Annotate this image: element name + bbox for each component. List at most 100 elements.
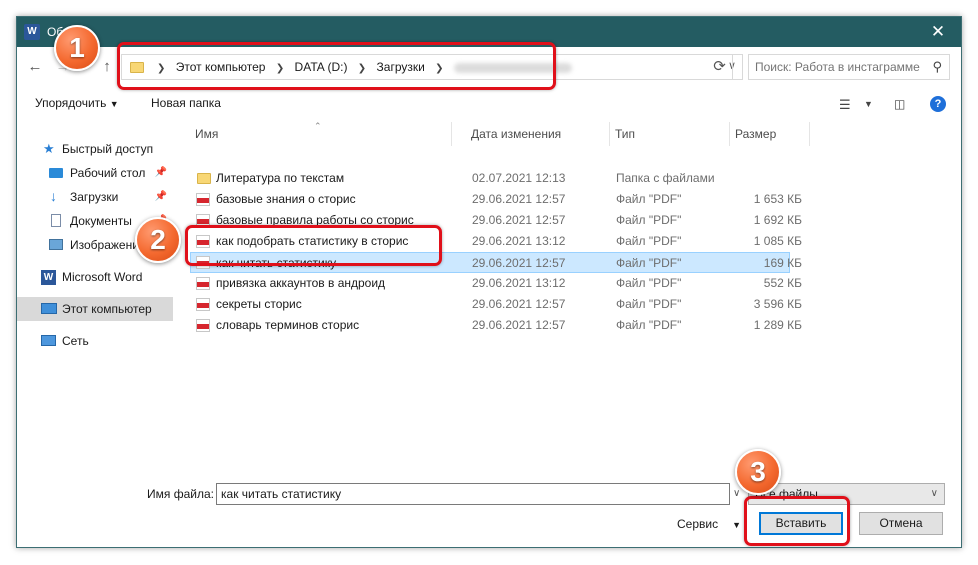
column-header-type[interactable]: Тип [610, 122, 730, 146]
file-size: 1 085 КБ [753, 234, 802, 248]
file-name: словарь терминов сторис [216, 318, 360, 332]
file-name: Литература по текстам [216, 171, 345, 185]
cancel-button[interactable]: Отмена [859, 512, 943, 535]
up-arrow-icon[interactable]: ↑ [97, 57, 117, 77]
tools-label: Сервис [677, 517, 719, 531]
step-badge-2: 2 [135, 217, 181, 263]
file-date: 29.06.2021 13:12 [472, 276, 566, 290]
tools-button[interactable]: Сервис ▼ [677, 517, 741, 531]
word-app-icon: W [24, 24, 40, 40]
file-date: 29.06.2021 12:57 [472, 192, 566, 206]
documents-icon [51, 214, 61, 227]
sidebar-item-network[interactable]: Сеть [17, 329, 173, 353]
pin-icon[interactable]: 📌 [155, 185, 167, 209]
network-icon [41, 335, 56, 346]
file-row[interactable]: секреты сторис 29.06.2021 12:57 Файл "PD… [190, 294, 802, 315]
step-badge-3: 3 [735, 449, 781, 495]
file-list: ⌃ Имя Дата изменения Тип Размер Литерату… [190, 121, 810, 462]
pdf-file-icon [196, 193, 210, 206]
filename-label: Имя файла: [147, 487, 214, 501]
file-row[interactable]: словарь терминов сторис 29.06.2021 12:57… [190, 315, 802, 336]
file-date: 29.06.2021 12:57 [472, 318, 566, 332]
organize-label: Упорядочить [35, 96, 107, 110]
open-file-dialog: W Об ✕ ← → ∨ ↑ ❯ Этот компьютер ❯ DATA (… [16, 16, 962, 548]
back-arrow-icon[interactable]: ← [25, 57, 45, 77]
file-type: Файл "PDF" [616, 318, 682, 332]
column-header-name[interactable]: ⌃ Имя [190, 121, 452, 146]
sort-ascending-icon: ⌃ [314, 121, 322, 131]
file-row[interactable]: привязка аккаунтов в андроид 29.06.2021 … [190, 273, 802, 294]
sidebar-item-downloads[interactable]: ↓ Загрузки 📌 [17, 185, 173, 209]
chevron-down-icon[interactable]: ∨ [733, 488, 740, 499]
refresh-button[interactable]: ⟳ [707, 54, 733, 80]
search-input[interactable] [755, 60, 925, 74]
callout-highlight-address [117, 42, 556, 90]
sidebar-item-label: Изображения [70, 238, 146, 252]
file-name: базовые знания о сторис [216, 192, 356, 206]
file-type: Папка с файлами [616, 171, 715, 185]
preview-pane-icon[interactable]: ◫ [894, 97, 905, 111]
file-size: 3 596 КБ [753, 297, 802, 311]
sidebar-item-label: Рабочий стол [70, 166, 146, 180]
step-badge-1: 1 [54, 25, 100, 71]
file-date: 02.07.2021 12:13 [472, 171, 566, 185]
file-name: секреты сторис [216, 297, 302, 311]
caret-down-icon[interactable]: ▼ [864, 99, 873, 109]
word-icon: W [41, 270, 56, 285]
file-type: Файл "PDF" [616, 276, 682, 290]
pdf-file-icon [196, 298, 210, 311]
help-icon[interactable]: ? [930, 96, 946, 112]
chevron-down-icon: ∨ [930, 488, 938, 499]
file-type: Файл "PDF" [616, 256, 682, 270]
file-type: Файл "PDF" [616, 213, 682, 227]
folder-icon [197, 173, 211, 184]
file-size: 552 КБ [763, 276, 802, 290]
sidebar-item-quick-access[interactable]: ★ Быстрый доступ [17, 137, 173, 161]
navigation-pane: ★ Быстрый доступ Рабочий стол 📌 ↓ Загруз… [17, 125, 175, 465]
file-date: 29.06.2021 12:57 [472, 256, 566, 270]
sidebar-item-label: Сеть [62, 334, 89, 348]
caret-down-icon: ▼ [109, 99, 119, 109]
column-header-date[interactable]: Дата изменения [466, 122, 610, 146]
file-row[interactable]: базовые знания о сторис 29.06.2021 12:57… [190, 189, 802, 210]
sidebar-item-desktop[interactable]: Рабочий стол 📌 [17, 161, 173, 185]
file-size: 1 289 КБ [753, 318, 802, 332]
file-date: 29.06.2021 12:57 [472, 213, 566, 227]
file-size: 1 653 КБ [753, 192, 802, 206]
sidebar-item-microsoft-word[interactable]: W Microsoft Word [17, 265, 173, 289]
sidebar-item-label: Этот компьютер [62, 302, 152, 316]
computer-icon [41, 303, 57, 314]
search-box[interactable]: ⚲ [748, 54, 950, 80]
sidebar-item-label: Быстрый доступ [62, 142, 154, 156]
file-date: 29.06.2021 12:57 [472, 297, 566, 311]
sidebar-item-label: Microsoft Word [62, 270, 143, 284]
file-type: Файл "PDF" [616, 297, 682, 311]
callout-highlight-insert [744, 496, 850, 546]
command-bar: Упорядочить ▼ Новая папка ☰ ▼ ◫ ? [17, 91, 961, 117]
callout-highlight-file [185, 225, 442, 266]
close-button[interactable]: ✕ [915, 17, 961, 47]
column-header-label: Имя [195, 127, 219, 141]
file-type: Файл "PDF" [616, 192, 682, 206]
new-folder-button[interactable]: Новая папка [151, 96, 221, 110]
file-size: 1 692 КБ [753, 213, 802, 227]
file-name: привязка аккаунтов в андроид [216, 276, 386, 290]
file-date: 29.06.2021 13:12 [472, 234, 566, 248]
pin-icon[interactable]: 📌 [155, 161, 167, 185]
file-row[interactable]: Литература по текстам 02.07.2021 12:13 П… [190, 168, 790, 189]
search-icon[interactable]: ⚲ [932, 59, 942, 75]
star-icon: ★ [43, 141, 55, 156]
pictures-icon [49, 239, 63, 250]
desktop-icon [49, 168, 63, 178]
filename-input[interactable] [216, 483, 730, 505]
column-header-size[interactable]: Размер [730, 122, 810, 146]
pdf-file-icon [196, 319, 210, 332]
sidebar-item-label: Документы [70, 214, 132, 228]
view-options-icon[interactable]: ☰ [839, 97, 851, 113]
caret-down-icon: ▼ [732, 520, 742, 530]
downloads-icon: ↓ [50, 188, 57, 204]
file-type: Файл "PDF" [616, 234, 682, 248]
sidebar-item-this-pc[interactable]: Этот компьютер [17, 297, 173, 321]
organize-button[interactable]: Упорядочить ▼ [35, 96, 119, 110]
pdf-file-icon [196, 277, 210, 290]
